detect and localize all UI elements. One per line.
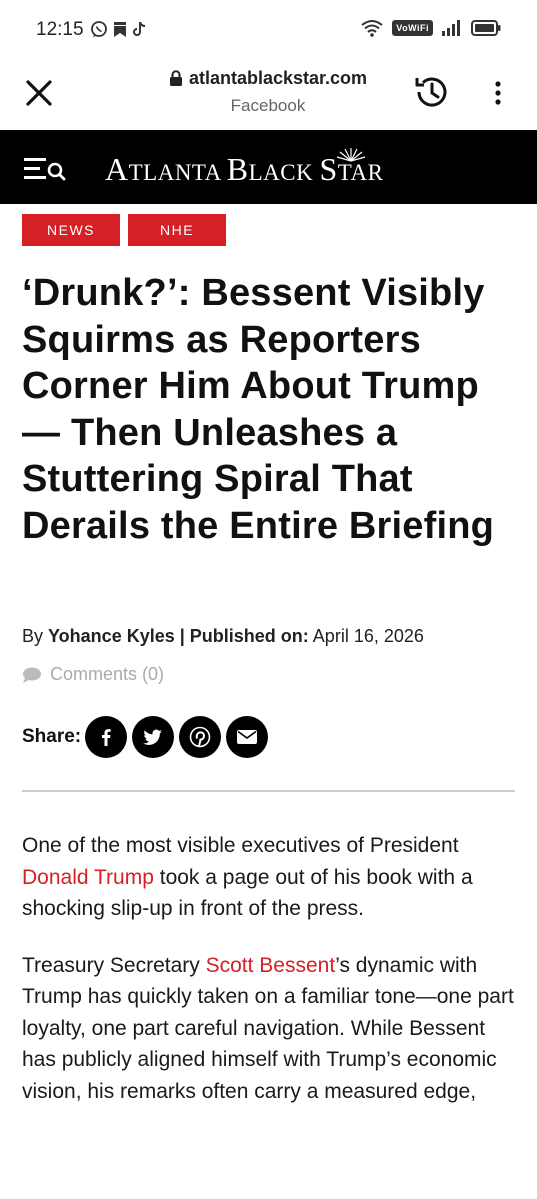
lock-icon [169,70,182,86]
facebook-icon [102,729,111,746]
history-icon[interactable] [412,72,452,112]
url-bar[interactable]: atlantablackstar.com Facebook [100,68,436,116]
publish-date: April 16, 2026 [308,626,424,646]
comments-link[interactable]: Comments (0) [22,664,164,685]
status-time: 12:15 [36,19,84,40]
tag-news[interactable]: NEWS [22,214,120,246]
email-icon [237,730,258,744]
signal-icon [442,20,460,36]
menu-search-icon[interactable] [22,152,68,184]
paragraph-2: Treasury Secretary Scott Bessent’s dynam… [22,953,514,1103]
bottom-fade-overlay [0,1140,537,1199]
article-headline: ‘Drunk?’: Bessent Visibly Squirms as Rep… [22,272,495,547]
status-bar: 12:15 VoWiFi [0,0,537,60]
share-pinterest-button[interactable] [179,716,222,758]
comments-count: Comments (0) [50,664,165,684]
vowifi-badge: VoWiFi [392,20,433,36]
share-email-button[interactable] [226,716,269,758]
twitter-icon [143,729,163,745]
scott-bessent-link[interactable]: Scott Bessent [206,954,336,977]
url-source: Facebook [230,96,306,115]
system-icons: VoWiFi [360,19,501,37]
wifi-icon [361,20,383,37]
logo-star-rays-icon [336,148,366,162]
notification-icons [90,20,148,38]
content-divider [22,790,515,792]
share-facebook-button[interactable] [85,716,128,758]
battery-icon [471,20,501,36]
share-bar: Share: [22,716,273,758]
share-twitter-button[interactable] [132,716,175,758]
whatsapp-icon [91,21,107,37]
more-options-icon[interactable] [488,78,508,108]
close-icon[interactable] [22,76,56,110]
browser-toolbar: atlantablackstar.com Facebook [0,60,537,130]
bookmark-icon [114,22,126,37]
tag-nhe[interactable]: NHE [128,214,226,246]
article-body: One of the most visible executives of Pr… [22,830,522,1132]
pinterest-icon [189,726,211,748]
donald-trump-link[interactable]: Donald Trump [22,866,154,889]
comment-bubble-icon [23,667,41,683]
category-tags: NEWS NHE [22,214,226,246]
site-header: ATLANTA BLACK STAR [0,130,537,204]
paragraph-1: One of the most visible executives of Pr… [22,834,473,920]
share-label: Share: [22,726,82,747]
author-link[interactable]: Yohance Kyles [48,626,175,646]
article-byline: By Yohance Kyles | Published on: April 1… [22,626,424,646]
tiktok-icon [133,21,146,36]
url-domain: atlantablackstar.com [188,68,368,88]
